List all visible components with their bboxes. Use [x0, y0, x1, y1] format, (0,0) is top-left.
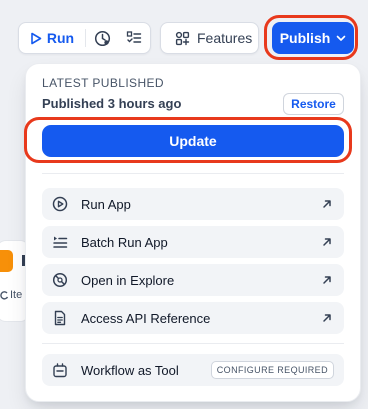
run-app-item[interactable]: Run App [42, 188, 344, 220]
arrow-up-right-icon [323, 200, 331, 208]
run-button[interactable]: Run [19, 23, 85, 53]
features-label: Features [197, 30, 253, 46]
toolbox-icon [52, 362, 68, 378]
features-button[interactable]: Features [160, 22, 259, 54]
restore-button[interactable]: Restore [283, 93, 344, 115]
features-grid-icon [175, 31, 190, 45]
chevron-down-icon [336, 35, 346, 41]
loop-icon [0, 290, 9, 299]
divider [42, 173, 344, 174]
explore-compass-icon [52, 272, 68, 288]
document-icon [52, 310, 68, 326]
run-app-label: Run App [81, 196, 131, 212]
configure-required-badge: CONFIGURE REQUIRED [210, 361, 334, 379]
workflow-as-tool-item[interactable]: Workflow as Tool CONFIGURE REQUIRED [42, 354, 344, 386]
arrow-up-right-icon [323, 314, 331, 322]
checklist-icon [126, 31, 142, 43]
access-api-reference-item[interactable]: Access API Reference [42, 302, 344, 334]
batch-run-app-label: Batch Run App [81, 234, 168, 250]
open-in-explore-label: Open in Explore [81, 272, 175, 288]
history-button[interactable] [86, 23, 118, 53]
section-title: LATEST PUBLISHED [42, 76, 164, 90]
checklist-button[interactable] [118, 23, 150, 53]
background-node-footer: Ite [0, 289, 22, 301]
background-node-text: Ite [10, 289, 23, 301]
publish-label: Publish [279, 30, 331, 46]
open-in-explore-item[interactable]: Open in Explore [42, 264, 344, 296]
background-node-badge [0, 250, 13, 272]
run-label: Run [46, 30, 75, 46]
publish-button[interactable]: Publish [272, 22, 354, 54]
update-button[interactable]: Update [42, 125, 344, 157]
play-circle-icon [52, 196, 68, 212]
divider [42, 343, 344, 344]
play-icon [31, 32, 42, 44]
batch-list-icon [52, 234, 68, 250]
arrow-up-right-icon [323, 276, 331, 284]
batch-run-app-item[interactable]: Batch Run App [42, 226, 344, 258]
run-toolbar-group: Run [18, 22, 151, 54]
history-clock-icon [94, 30, 110, 46]
access-api-reference-label: Access API Reference [81, 310, 211, 326]
arrow-up-right-icon [323, 238, 331, 246]
published-status: Published 3 hours ago [42, 96, 182, 111]
workflow-as-tool-label: Workflow as Tool [81, 362, 179, 378]
publish-dropdown-panel: LATEST PUBLISHED Published 3 hours ago R… [24, 63, 361, 402]
